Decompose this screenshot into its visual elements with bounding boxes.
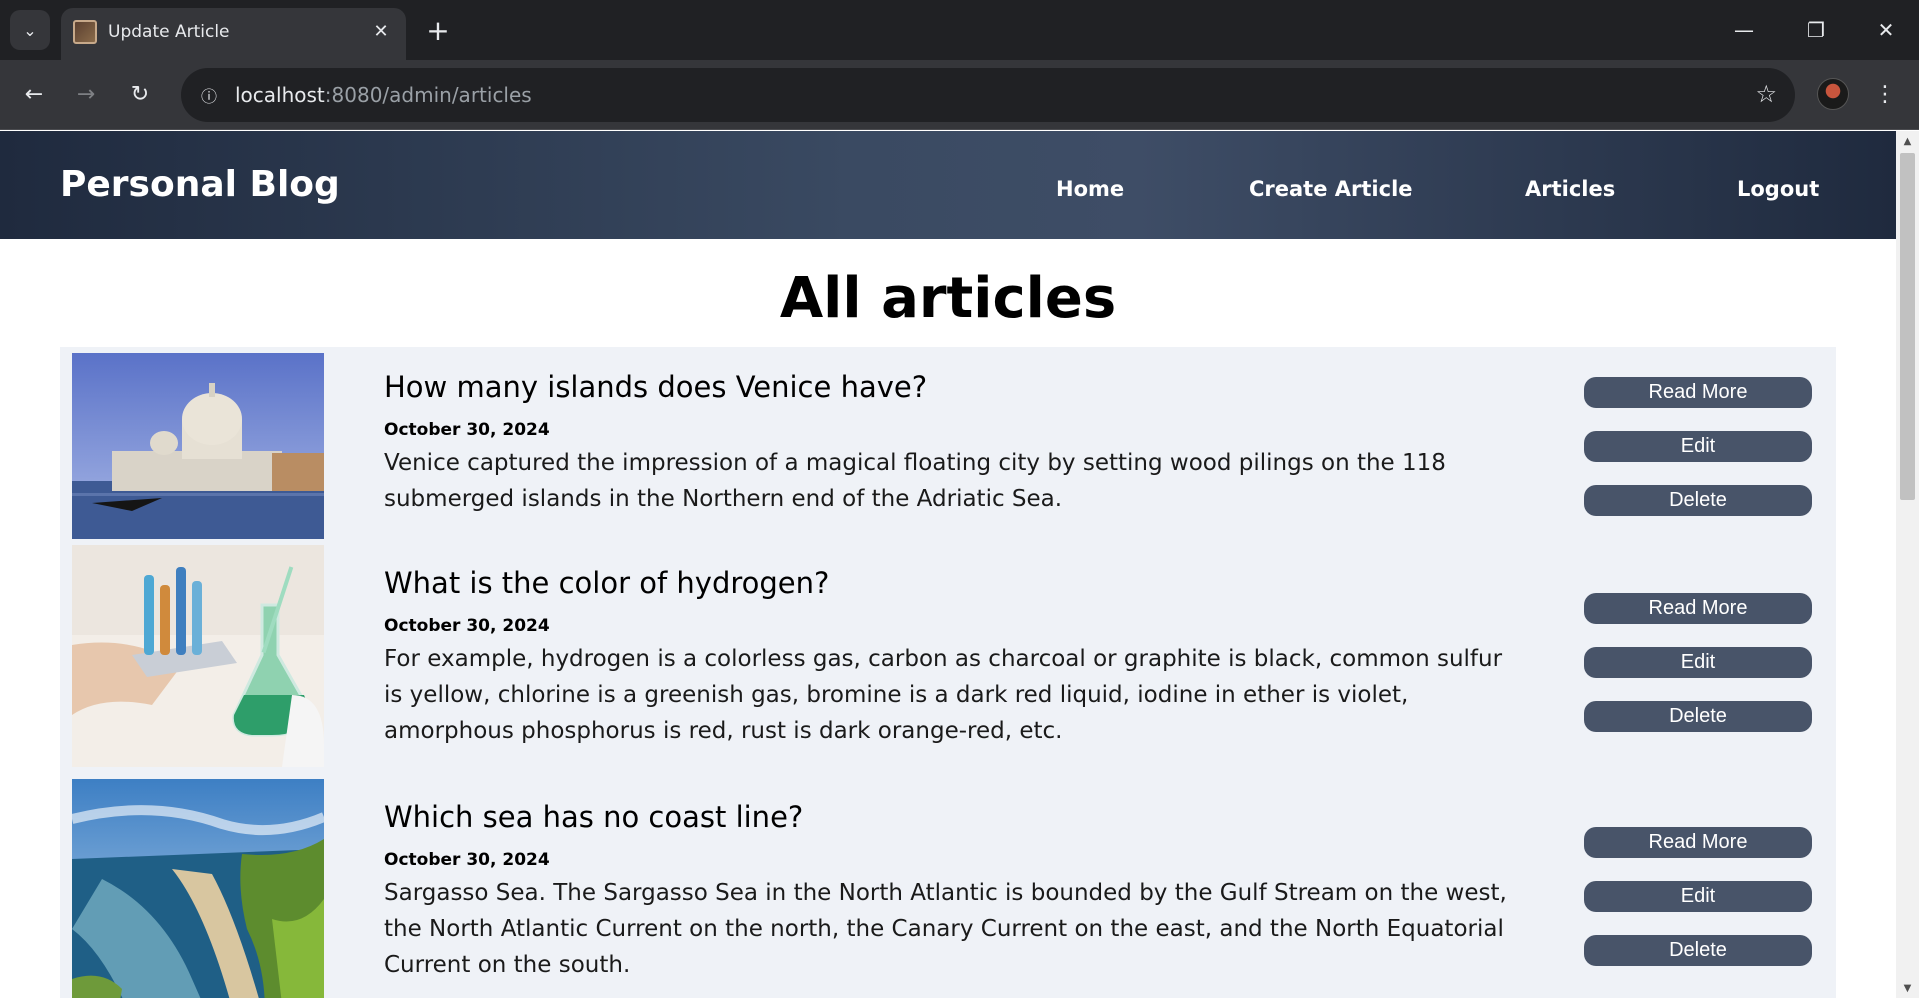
scrollbar-thumb[interactable]	[1900, 153, 1915, 500]
article-excerpt: For example, hydrogen is a colorless gas…	[384, 646, 1503, 744]
article-image-lab	[72, 545, 324, 767]
reload-icon[interactable]: ↻	[120, 74, 160, 114]
nav-create-article[interactable]: Create Article	[1249, 177, 1413, 201]
restore-icon[interactable]: ❐	[1792, 8, 1840, 52]
tab-search-icon[interactable]: ⌄	[10, 10, 50, 50]
article-image-venice	[72, 353, 324, 539]
article-date: October 30, 2024	[384, 616, 550, 636]
new-tab-icon[interactable]: +	[420, 12, 456, 48]
nav-articles[interactable]: Articles	[1525, 177, 1615, 201]
tab-title: Update Article	[108, 22, 230, 42]
article-title[interactable]: How many islands does Venice have?	[384, 369, 927, 405]
site-brand[interactable]: Personal Blog	[60, 163, 340, 207]
browser-toolbar: ← → ↻ ⓘ localhost:8080/admin/articles ☆ …	[0, 60, 1919, 130]
site-header: Personal Blog Home Create Article Articl…	[0, 131, 1896, 239]
article-title[interactable]: Which sea has no coast line?	[384, 799, 803, 835]
forward-icon[interactable]: →	[66, 74, 106, 114]
delete-button[interactable]: Delete	[1584, 701, 1812, 732]
scroll-up-arrow-icon[interactable]: ▲	[1896, 131, 1919, 151]
article-excerpt: Venice captured the impression of a magi…	[384, 450, 1446, 512]
scroll-down-arrow-icon[interactable]: ▼	[1896, 978, 1919, 998]
url-path: :8080/admin/articles	[324, 83, 532, 107]
page-scrollbar[interactable]: ▲ ▼	[1896, 131, 1919, 998]
article-date: October 30, 2024	[384, 850, 550, 870]
address-bar[interactable]: ⓘ localhost:8080/admin/articles ☆	[181, 68, 1795, 122]
article-row: What is the color of hydrogen? October 3…	[60, 545, 1836, 779]
url-text[interactable]: localhost:8080/admin/articles	[235, 83, 532, 107]
bookmark-star-icon[interactable]: ☆	[1755, 80, 1777, 108]
delete-button[interactable]: Delete	[1584, 485, 1812, 516]
active-tab[interactable]: Update Article ✕	[61, 8, 406, 60]
nav-logout[interactable]: Logout	[1737, 177, 1819, 201]
close-window-icon[interactable]: ✕	[1862, 8, 1910, 52]
close-tab-icon[interactable]: ✕	[368, 18, 394, 44]
minimize-icon[interactable]: —	[1720, 8, 1768, 52]
article-excerpt: Sargasso Sea. The Sargasso Sea in the No…	[384, 880, 1507, 978]
article-title[interactable]: What is the color of hydrogen?	[384, 565, 829, 601]
tab-strip: ⌄ Update Article ✕ + — ❐ ✕	[0, 0, 1919, 60]
edit-button[interactable]: Edit	[1584, 431, 1812, 462]
profile-avatar[interactable]	[1817, 78, 1849, 110]
read-more-button[interactable]: Read More	[1584, 593, 1812, 624]
read-more-button[interactable]: Read More	[1584, 827, 1812, 858]
article-date: October 30, 2024	[384, 420, 550, 440]
edit-button[interactable]: Edit	[1584, 647, 1812, 678]
nav-home[interactable]: Home	[1056, 177, 1124, 201]
article-list: How many islands does Venice have? Octob…	[60, 347, 1836, 998]
favicon-icon	[73, 20, 97, 44]
back-icon[interactable]: ←	[14, 74, 54, 114]
read-more-button[interactable]: Read More	[1584, 377, 1812, 408]
article-row: Which sea has no coast line? October 30,…	[60, 779, 1836, 998]
url-host: localhost	[235, 83, 325, 107]
delete-button[interactable]: Delete	[1584, 935, 1812, 966]
article-image-coast	[72, 779, 324, 998]
site-info-icon[interactable]: ⓘ	[193, 79, 225, 111]
page-title: All articles	[779, 266, 1117, 331]
page-viewport: Personal Blog Home Create Article Articl…	[0, 131, 1896, 998]
article-row: How many islands does Venice have? Octob…	[60, 347, 1836, 545]
browser-menu-icon[interactable]: ⋮	[1870, 76, 1900, 112]
edit-button[interactable]: Edit	[1584, 881, 1812, 912]
